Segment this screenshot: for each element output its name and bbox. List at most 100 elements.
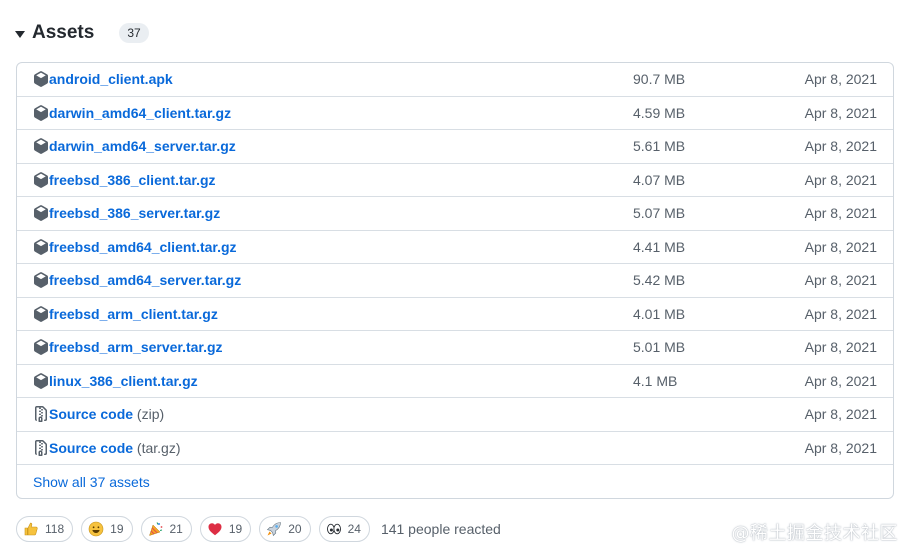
file-zip-icon [33,439,49,456]
package-icon [33,71,49,88]
asset-download-link[interactable]: android_client.apk [49,71,173,87]
asset-date: Apr 8, 2021 [804,171,877,188]
asset-date: Apr 8, 2021 [804,238,877,255]
asset-download-link[interactable]: freebsd_amd64_server.tar.gz [49,272,241,288]
reaction-count: 19 [228,522,243,536]
assets-count-badge: 37 [119,23,149,43]
reaction-summary: 141 people reacted [380,521,501,537]
asset-date: Apr 8, 2021 [804,439,877,456]
reaction-count: 19 [110,522,124,536]
asset-size: 4.59 MB [633,104,686,121]
asset-download-link[interactable]: Source code (zip) [49,406,164,422]
asset-row: linux_386_client.tar.gz 4.1 MB Apr 8, 2021 [17,365,893,398]
asset-size: 5.42 MB [633,272,686,289]
asset-name: freebsd_arm_client.tar.gz [49,305,218,322]
asset-date: Apr 8, 2021 [804,104,877,121]
asset-row: freebsd_amd64_server.tar.gz 5.42 MB Apr 8,… [17,264,893,298]
reaction-count: 20 [288,522,302,536]
eyes-icon [326,521,342,537]
reaction-button[interactable]: 20 [259,516,311,542]
asset-size: 5.07 MB [633,205,686,222]
asset-download-link[interactable]: freebsd_amd64_client.tar.gz [49,239,237,255]
tada-icon [148,521,164,537]
asset-size: 90.7 MB [633,71,686,88]
reaction-button[interactable]: 19 [199,516,252,542]
watermark: @稀土掘金技术社区 [731,523,898,544]
assets-header[interactable]: Assets 37 [15,20,149,46]
asset-name: freebsd_arm_server.tar.gz [49,339,223,356]
asset-size: 4.41 MB [633,238,686,255]
show-all-assets-link[interactable]: Show all 37 assets [33,474,150,490]
asset-name: Source code [49,406,134,423]
asset-name: android_client.apk [49,71,173,88]
asset-date: Apr 8, 2021 [804,339,877,356]
package-icon [33,104,49,121]
assets-title: Assets [32,22,95,43]
asset-format: (zip) [133,406,165,423]
asset-size: 4.07 MB [633,171,686,188]
asset-row: freebsd_amd64_client.tar.gz 4.41 MB Apr 8,… [17,231,893,264]
assets-list: android_client.apk 90.7 MB Apr 8, 2021 darw… [16,62,894,499]
asset-row: Source code (zip) Apr 8, 2021 [17,398,893,432]
asset-date: Apr 8, 2021 [804,272,877,289]
rocket-icon [266,521,282,537]
show-all-row: Show all 37 assets [17,465,893,498]
asset-row: freebsd_arm_client.tar.gz 4.01 MB Apr 8, 2… [17,298,893,331]
asset-date: Apr 8, 2021 [804,205,877,222]
package-icon [33,339,49,356]
reaction-button[interactable]: 19 [81,516,133,542]
asset-date: Apr 8, 2021 [804,406,877,423]
reactions-bar: 118 19 21 19 20 24 141 people reacted [16,516,501,542]
asset-date: Apr 8, 2021 [804,138,877,155]
caret-down-icon[interactable] [15,30,25,38]
asset-download-link[interactable]: freebsd_arm_server.tar.gz [49,339,223,355]
asset-download-link[interactable]: Source code (tar.gz) [49,440,181,456]
heart-icon [207,521,223,537]
asset-date: Apr 8, 2021 [804,372,877,389]
package-icon [33,138,49,155]
asset-name: freebsd_386_server.tar.gz [49,205,221,222]
smile-icon [88,521,104,537]
asset-row: darwin_amd64_server.tar.gz 5.61 MB Apr 8, … [17,130,893,164]
asset-size: 5.01 MB [633,339,686,356]
asset-format: (tar.gz) [133,439,181,456]
asset-row: freebsd_386_client.tar.gz 4.07 MB Apr 8, 2… [17,164,893,197]
asset-date: Apr 8, 2021 [804,305,877,322]
asset-size: 4.01 MB [633,305,686,322]
file-zip-icon [33,406,49,423]
asset-name: freebsd_386_client.tar.gz [49,171,216,188]
asset-name: Source code [49,439,134,456]
asset-name: freebsd_amd64_server.tar.gz [49,272,242,289]
package-icon [33,171,49,188]
package-icon [33,238,49,255]
package-icon [33,305,49,322]
package-icon [33,372,49,389]
reaction-button[interactable]: 21 [140,516,192,542]
reaction-count: 24 [347,522,361,536]
asset-date: Apr 8, 2021 [804,71,877,88]
asset-download-link[interactable]: freebsd_386_client.tar.gz [49,172,216,188]
reaction-button[interactable]: 24 [318,516,370,542]
package-icon [33,272,49,289]
asset-download-link[interactable]: darwin_amd64_client.tar.gz [49,105,231,121]
asset-row: darwin_amd64_client.tar.gz 4.59 MB Apr 8, … [17,97,893,130]
asset-download-link[interactable]: linux_386_client.tar.gz [49,373,198,389]
package-icon [33,205,49,222]
asset-download-link[interactable]: freebsd_386_server.tar.gz [49,205,220,221]
thumbs-up-icon [23,521,39,537]
reaction-count: 21 [169,522,183,536]
asset-row: freebsd_arm_server.tar.gz 5.01 MB Apr 8, 2… [17,331,893,365]
asset-name: freebsd_amd64_client.tar.gz [49,238,237,255]
asset-row: android_client.apk 90.7 MB Apr 8, 2021 [17,63,893,97]
asset-name: linux_386_client.tar.gz [49,372,198,389]
asset-size: 4.1 MB [633,372,678,389]
asset-download-link[interactable]: freebsd_arm_client.tar.gz [49,306,218,322]
asset-name: darwin_amd64_client.tar.gz [49,104,232,121]
asset-name: darwin_amd64_server.tar.gz [49,138,236,155]
asset-row: freebsd_386_server.tar.gz 5.07 MB Apr 8, 2… [17,197,893,231]
reaction-count: 118 [45,522,65,536]
asset-size: 5.61 MB [633,138,686,155]
reaction-button[interactable]: 118 [16,516,74,542]
asset-row: Source code (tar.gz) Apr 8, 2021 [17,432,893,465]
asset-download-link[interactable]: darwin_amd64_server.tar.gz [49,138,236,154]
